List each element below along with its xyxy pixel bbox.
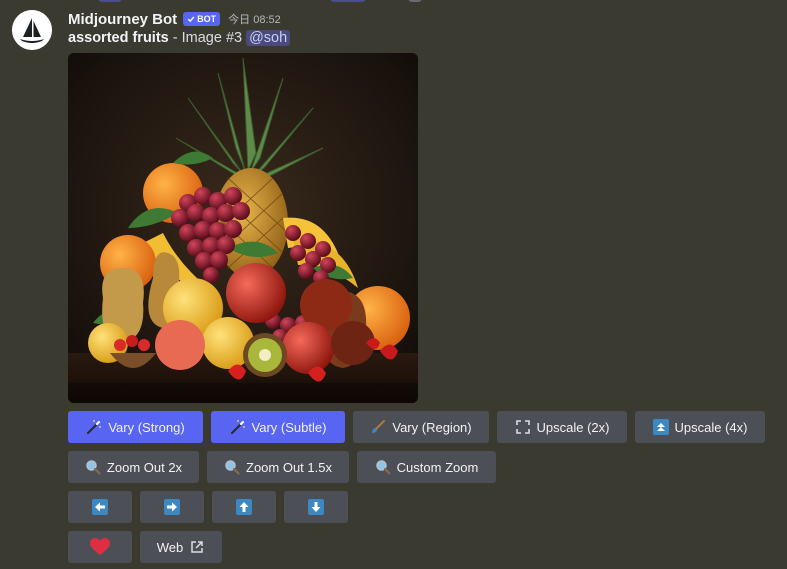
fruit-still-life-illustration (68, 53, 418, 403)
vary-subtle-label: Vary (Subtle) (251, 419, 327, 435)
arrow-right-icon (164, 499, 180, 515)
zoom-out-1-5x-label: Zoom Out 1.5x (246, 459, 332, 475)
web-link-label: Web (156, 539, 184, 555)
external-link-icon (189, 539, 205, 555)
paintbrush-icon (370, 419, 386, 435)
arrow-up-icon (236, 499, 252, 515)
double-up-icon (652, 419, 669, 435)
vary-strong-label: Vary (Strong) (108, 419, 185, 435)
vary-strong-button[interactable]: Vary (Strong) (68, 411, 203, 443)
message-content: assorted fruits - Image #3 @soh (68, 30, 291, 46)
avatar[interactable] (12, 10, 52, 50)
zoom-out-2x-label: Zoom Out 2x (106, 459, 183, 475)
magnifier-icon (375, 459, 391, 475)
message-timestamp: 今日 08:52 (228, 14, 281, 26)
heart-icon (90, 538, 110, 556)
pan-down-button[interactable] (284, 491, 348, 523)
pan-up-button[interactable] (212, 491, 276, 523)
expand-icon (515, 419, 531, 435)
image-index-text: - Image #3 (168, 30, 243, 46)
magic-wand-icon (230, 419, 246, 435)
upscale-2x-button[interactable]: Upscale (2x) (497, 411, 627, 443)
pan-left-button[interactable] (68, 491, 132, 523)
author-name[interactable]: Midjourney Bot (68, 11, 177, 28)
arrow-down-icon (308, 499, 324, 515)
magnifier-icon (224, 459, 240, 475)
custom-zoom-button[interactable]: Custom Zoom (357, 451, 496, 483)
vary-region-label: Vary (Region) (392, 419, 472, 435)
upscale-4x-button[interactable]: Upscale (4x) (635, 411, 765, 443)
bot-badge: BOT (183, 12, 221, 26)
generated-image[interactable] (68, 53, 418, 403)
magnifier-icon (85, 459, 101, 475)
verified-check-icon (187, 16, 195, 23)
vary-subtle-button[interactable]: Vary (Subtle) (211, 411, 345, 443)
user-mention[interactable]: @soh (246, 30, 291, 46)
prompt-text: assorted fruits (68, 30, 169, 46)
upscale-4x-label: Upscale (4x) (674, 419, 748, 435)
sailboat-logo-icon (12, 10, 52, 50)
zoom-out-1-5x-button[interactable]: Zoom Out 1.5x (207, 451, 349, 483)
zoom-out-2x-button[interactable]: Zoom Out 2x (68, 451, 199, 483)
bot-badge-label: BOT (197, 14, 217, 24)
vary-region-button[interactable]: Vary (Region) (353, 411, 489, 443)
arrow-left-icon (92, 499, 108, 515)
custom-zoom-label: Custom Zoom (396, 459, 479, 475)
web-link-button[interactable]: Web (140, 531, 222, 563)
favorite-button[interactable] (68, 531, 132, 563)
upscale-2x-label: Upscale (2x) (536, 419, 610, 435)
pan-right-button[interactable] (140, 491, 204, 523)
magic-wand-icon (86, 419, 102, 435)
message-header: Midjourney Bot BOT 今日 08:52 (68, 9, 281, 29)
chat-message: Midjourney Bot BOT 今日 08:52 assorted fru… (0, 0, 787, 569)
